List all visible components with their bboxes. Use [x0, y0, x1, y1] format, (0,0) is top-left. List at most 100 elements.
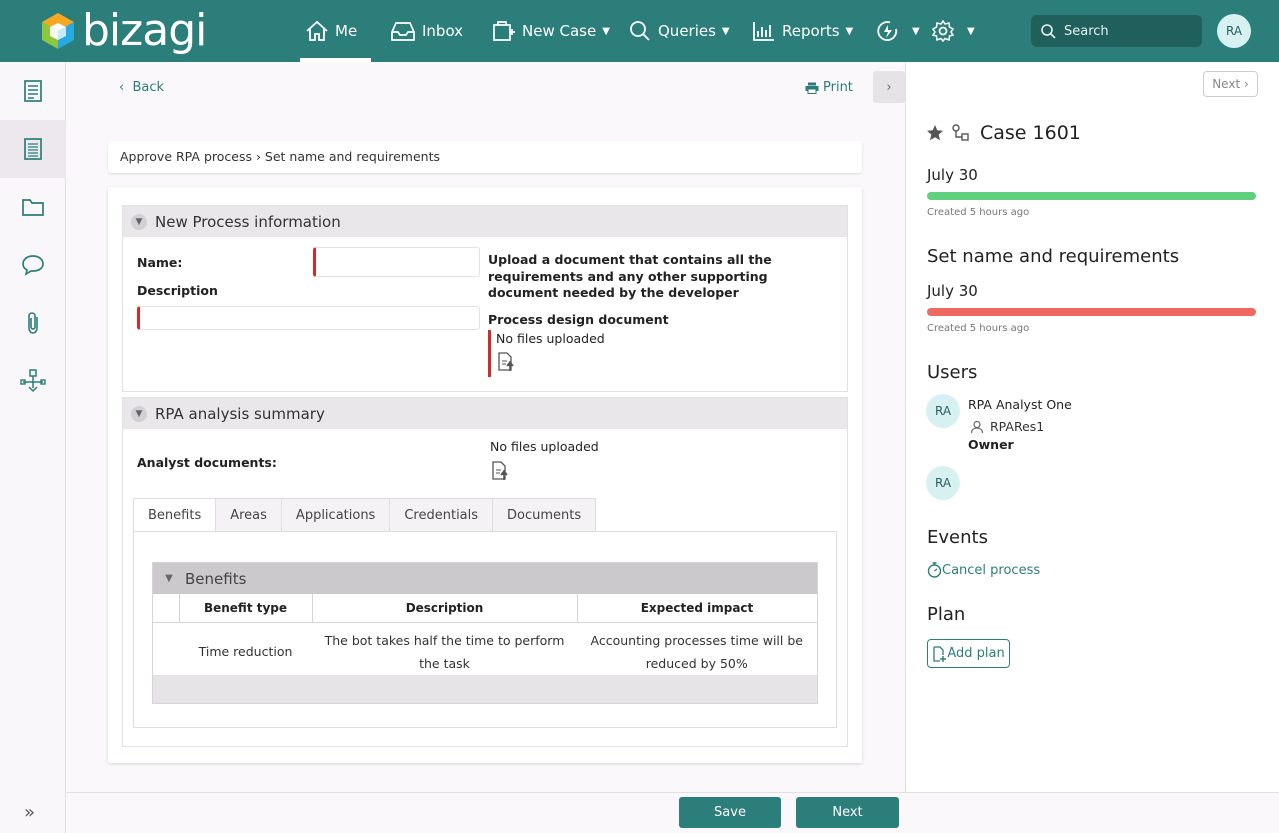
sidebar-item-attachments[interactable] — [0, 294, 66, 352]
star-icon[interactable] — [926, 124, 944, 142]
sidebar-item-files[interactable] — [0, 178, 66, 236]
task-title: Set name and requirements — [927, 246, 1180, 267]
chevron-down-icon: ▼ — [131, 213, 147, 230]
breadcrumb: Approve RPA process › Set name and requi… — [108, 141, 862, 173]
nav-inbox[interactable]: Inbox — [390, 0, 463, 62]
next-case-button[interactable]: Next › — [1203, 71, 1258, 97]
sidebar-item-comments[interactable] — [0, 236, 66, 294]
nav-inbox-label: Inbox — [422, 22, 464, 40]
nav-settings[interactable]: ▼ — [931, 0, 975, 62]
description-label: Description — [137, 283, 218, 298]
chevron-down-icon: ▼ — [602, 25, 610, 37]
nav-reports-label: Reports — [782, 22, 840, 40]
tab-applications[interactable]: Applications — [280, 498, 391, 532]
add-plan-label: Add plan — [947, 646, 1005, 661]
nav-queries[interactable]: Queries ▼ — [628, 0, 730, 62]
process-map-icon — [20, 369, 46, 393]
row-selector-header — [153, 594, 180, 623]
sidebar-item-process-map[interactable] — [0, 352, 66, 410]
user-avatar[interactable]: RA — [1217, 14, 1251, 48]
search-icon — [1041, 24, 1056, 39]
users-heading: Users — [927, 362, 978, 383]
expand-sidebar-icon[interactable]: » — [24, 802, 35, 823]
nav-me[interactable]: Me — [300, 0, 371, 62]
required-indicator — [488, 330, 491, 377]
column-header[interactable]: Expected impact — [577, 594, 817, 623]
chevron-down-icon: ▼ — [912, 25, 920, 37]
group-header[interactable]: ▼ RPA analysis summary — [123, 398, 847, 429]
user-avatar[interactable]: RA — [926, 394, 960, 428]
table-row[interactable]: Time reduction The bot takes half the ti… — [153, 622, 817, 681]
group-rpa-analysis-summary: ▼ RPA analysis summary Analyst documents… — [122, 397, 848, 747]
tab-documents[interactable]: Documents — [492, 498, 597, 532]
search-placeholder: Search — [1064, 23, 1109, 39]
group-title: New Process information — [155, 212, 341, 231]
left-sidebar: » — [0, 62, 66, 833]
tab-benefits[interactable]: Benefits — [133, 498, 217, 532]
group-title: RPA analysis summary — [155, 404, 325, 423]
table-header-row: Benefit type Description Expected impact — [153, 594, 817, 623]
column-header[interactable]: Description — [312, 594, 578, 623]
top-navigation-bar: bizagi Me Inbox New Case ▼ Queries ▼ Rep… — [0, 0, 1279, 62]
save-button[interactable]: Save — [679, 797, 781, 828]
add-plan-button[interactable]: Add plan — [927, 639, 1010, 668]
paperclip-icon — [28, 312, 38, 334]
nav-reports[interactable]: Reports ▼ — [752, 0, 853, 62]
form-card: ▼ New Process information Name: Descript… — [108, 187, 862, 763]
process-design-document-label: Process design document — [488, 312, 669, 327]
nav-actions[interactable]: ▼ — [876, 0, 920, 62]
print-link[interactable]: Print — [805, 80, 853, 95]
table-cell: The bot takes half the time to perform t… — [312, 622, 578, 681]
home-icon — [306, 20, 328, 41]
column-header[interactable]: Benefit type — [179, 594, 313, 623]
chat-icon — [22, 255, 44, 276]
tab-areas[interactable]: Areas — [215, 498, 282, 532]
chevron-down-icon: ▼ — [131, 405, 147, 422]
user-avatar[interactable]: RA — [926, 466, 960, 500]
case-created-text: Created 5 hours ago — [927, 207, 1030, 218]
upload-file-icon[interactable] — [497, 352, 517, 376]
search-input[interactable]: Search — [1031, 15, 1202, 47]
task-created-text: Created 5 hours ago — [927, 323, 1030, 334]
cancel-process-link[interactable]: Cancel process — [927, 562, 1040, 578]
list-document-icon — [24, 138, 42, 160]
stopwatch-icon — [927, 562, 942, 578]
table-cell: Time reduction — [179, 622, 313, 681]
nav-new-case[interactable]: New Case ▼ — [492, 0, 610, 62]
bottom-action-bar: Save Next — [67, 792, 1279, 833]
user-role: Owner — [968, 437, 1014, 452]
collapse-panel-button[interactable]: › — [873, 71, 905, 103]
back-link[interactable]: ‹ Back — [119, 80, 164, 95]
case-number: Case 1601 — [980, 122, 1081, 144]
description-field[interactable] — [137, 306, 480, 330]
group-header[interactable]: ▼ New Process information — [123, 206, 847, 237]
next-button[interactable]: Next — [796, 797, 899, 828]
chevron-down-icon: ▼ — [845, 25, 854, 37]
row-selector-cell — [153, 622, 180, 681]
tab-credentials[interactable]: Credentials — [389, 498, 494, 532]
gear-icon — [931, 19, 955, 43]
chevron-right-icon: › — [886, 79, 892, 95]
sidebar-item-form[interactable] — [0, 120, 66, 178]
grid-header[interactable]: ▼ Benefits — [153, 563, 817, 594]
tab-panel-benefits: ▼ Benefits Benefit type Description Expe… — [133, 531, 837, 728]
user-role-user: RPARes1 — [970, 419, 1044, 434]
grid-footer — [153, 675, 817, 703]
nav-new-case-label: New Case — [522, 22, 597, 40]
bizagi-logo-icon — [42, 13, 74, 49]
name-field[interactable] — [313, 247, 480, 277]
chart-icon — [753, 22, 774, 41]
upload-instructions: Upload a document that contains all the … — [488, 252, 772, 300]
table-cell: Accounting processes time will be reduce… — [577, 622, 817, 681]
main-content: ‹ Back Print › Approve RPA process › Set… — [67, 62, 905, 792]
bizagi-logo[interactable]: bizagi — [40, 6, 207, 56]
upload-file-icon[interactable] — [491, 461, 511, 485]
sidebar-item-summary[interactable] — [0, 62, 66, 120]
name-label: Name: — [137, 255, 183, 270]
group-new-process-information: ▼ New Process information Name: Descript… — [122, 205, 848, 392]
new-case-icon — [493, 21, 515, 41]
chevron-right-icon: › — [1243, 77, 1249, 91]
case-date: July 30 — [927, 166, 978, 184]
nav-queries-label: Queries — [658, 22, 716, 40]
user-name: RPA Analyst One — [968, 397, 1072, 412]
